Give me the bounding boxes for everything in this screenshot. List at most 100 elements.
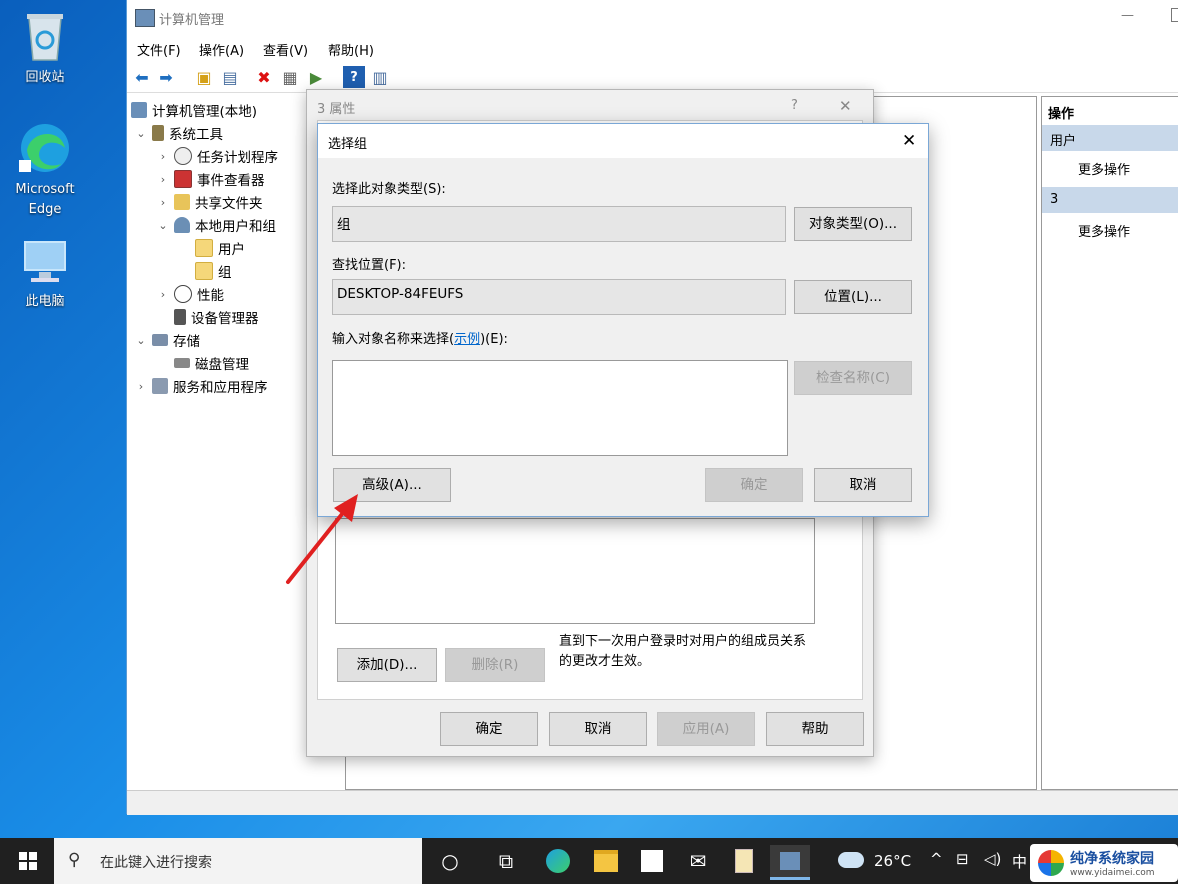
app-icon (135, 9, 155, 27)
tree-item-label: 任务计划程序 (197, 150, 278, 166)
examples-link[interactable]: 示例 (454, 332, 480, 347)
tree-item-device-manager[interactable]: 设备管理器 (174, 307, 259, 327)
chevron-down-icon[interactable]: ⌄ (135, 127, 147, 140)
properties-icon[interactable]: ▦ (279, 66, 301, 88)
disk-icon (174, 358, 190, 368)
close-icon[interactable]: ✕ (839, 97, 852, 115)
status-bar (127, 790, 1178, 815)
object-names-input[interactable] (332, 360, 788, 456)
forward-arrow-icon[interactable]: ➡ (155, 66, 177, 88)
tree-item-system-tools[interactable]: ⌄ 系统工具 (135, 123, 223, 143)
computer-icon (24, 241, 66, 282)
cancel-button[interactable]: 取消 (549, 712, 647, 746)
notepad-icon[interactable] (728, 845, 760, 877)
network-icon[interactable]: ⊟ (956, 850, 969, 868)
check-names-button[interactable]: 检查名称(C) (794, 361, 912, 395)
tree-item-storage[interactable]: ⌄ 存储 (135, 330, 200, 351)
chevron-down-icon[interactable]: ⌄ (135, 334, 147, 347)
back-arrow-icon[interactable]: ⬅ (131, 66, 153, 88)
apply-button[interactable]: 应用(A) (657, 712, 755, 746)
menu-action[interactable]: 操作(A) (199, 40, 244, 59)
label-text: )(E): (480, 332, 508, 347)
chevron-right-icon[interactable]: › (157, 196, 169, 209)
dialog-titlebar[interactable]: 选择组 ✕ (318, 124, 928, 158)
file-explorer-icon[interactable] (590, 845, 622, 877)
tree-item-task-scheduler[interactable]: › 任务计划程序 (157, 146, 278, 166)
desktop-icon-recycle-bin[interactable]: 回收站 (5, 8, 85, 88)
performance-icon (174, 285, 192, 303)
store-icon[interactable] (636, 845, 668, 877)
help-icon[interactable]: ? (343, 66, 365, 88)
desktop-icon-edge[interactable]: Microsoft Edge (5, 120, 85, 220)
tree-item-label: 事件查看器 (197, 173, 265, 189)
volume-icon[interactable]: ◁) (984, 850, 1001, 868)
dialog-title: 3 属性 (317, 102, 356, 117)
edge-taskbar-icon[interactable] (542, 845, 574, 877)
tree-item-shared-folders[interactable]: › 共享文件夹 (157, 192, 263, 212)
ime-indicator[interactable]: 中 (1012, 851, 1027, 872)
member-list[interactable] (335, 518, 815, 624)
clock-icon (174, 147, 192, 165)
locations-button[interactable]: 位置(L)... (794, 280, 912, 314)
maximize-icon[interactable] (1171, 8, 1178, 22)
tree-item-disk-management[interactable]: 磁盘管理 (174, 353, 249, 373)
tree-item-root[interactable]: 计算机管理(本地) (131, 100, 257, 120)
object-type-field: 组 (332, 206, 786, 242)
up-folder-icon[interactable]: ▣ (193, 66, 215, 88)
close-icon[interactable]: ✕ (902, 131, 916, 151)
more-actions-link[interactable]: 更多操作 (1078, 221, 1130, 240)
minimize-icon[interactable]: — (1121, 8, 1134, 23)
chevron-right-icon[interactable]: › (157, 150, 169, 163)
object-types-button[interactable]: 对象类型(O)... (794, 207, 912, 241)
chevron-down-icon[interactable]: ⌄ (157, 219, 169, 232)
computer-management-taskbar-icon[interactable] (770, 845, 810, 880)
dialog-title: 选择组 (328, 137, 368, 152)
cancel-button[interactable]: 取消 (814, 468, 912, 502)
tree-item-label: 计算机管理(本地) (152, 104, 258, 120)
enter-names-label: 输入对象名称来选择(示例)(E): (332, 328, 508, 347)
task-view-icon[interactable]: ⧉ (490, 845, 522, 877)
actions-section-users[interactable]: 用户 (1042, 125, 1178, 151)
tree-item-performance[interactable]: › 性能 (157, 284, 224, 304)
tree-item-label: 存储 (173, 334, 200, 350)
chevron-right-icon[interactable]: › (135, 380, 147, 393)
annotation-arrow (286, 494, 358, 584)
menu-file[interactable]: 文件(F) (137, 40, 181, 59)
search-icon: ⚲ (68, 850, 81, 870)
weather-temperature[interactable]: 26°C (874, 852, 911, 870)
tree-item-groups[interactable]: 组 (195, 261, 232, 281)
action-pane-icon[interactable]: ▥ (369, 66, 391, 88)
menu-view[interactable]: 查看(V) (263, 40, 308, 59)
chevron-right-icon[interactable]: › (157, 173, 169, 186)
delete-icon[interactable]: ✖ (253, 66, 275, 88)
export-list-icon[interactable]: ▶ (305, 66, 327, 88)
start-icon[interactable] (12, 845, 44, 877)
ok-button[interactable]: 确定 (440, 712, 538, 746)
desktop-icon-label: Microsoft Edge (15, 182, 75, 217)
mail-icon[interactable]: ✉ (682, 845, 714, 877)
actions-pane: 操作 用户 更多操作 3 更多操作 (1041, 96, 1178, 790)
tree-item-label: 磁盘管理 (195, 357, 249, 373)
tree-item-users[interactable]: 用户 (195, 238, 245, 258)
help-icon[interactable]: ? (791, 98, 798, 113)
show-hide-tree-icon[interactable]: ▤ (219, 66, 241, 88)
taskbar-search-box[interactable]: ⚲ 在此键入进行搜索 (54, 838, 422, 884)
actions-section-3[interactable]: 3 (1042, 187, 1178, 213)
desktop-icon-this-pc[interactable]: 此电脑 (5, 238, 85, 312)
cortana-icon[interactable]: ○ (434, 845, 466, 877)
chevron-up-icon[interactable]: ^ (930, 850, 943, 868)
help-button[interactable]: 帮助 (766, 712, 864, 746)
ok-button[interactable]: 确定 (705, 468, 803, 502)
menu-help[interactable]: 帮助(H) (328, 40, 374, 59)
add-button[interactable]: 添加(D)... (337, 648, 437, 682)
tree-item-event-viewer[interactable]: › 事件查看器 (157, 169, 265, 189)
chevron-right-icon[interactable]: › (157, 288, 169, 301)
title-bar[interactable]: 计算机管理 — (127, 0, 1178, 36)
remove-button[interactable]: 删除(R) (445, 648, 545, 682)
more-actions-link[interactable]: 更多操作 (1078, 159, 1130, 178)
object-type-label: 选择此对象类型(S): (332, 182, 446, 197)
folder-icon (195, 262, 213, 280)
storage-icon (152, 334, 168, 346)
tree-item-local-users-groups[interactable]: ⌄ 本地用户和组 (157, 215, 276, 235)
tree-item-services-apps[interactable]: › 服务和应用程序 (135, 376, 268, 396)
